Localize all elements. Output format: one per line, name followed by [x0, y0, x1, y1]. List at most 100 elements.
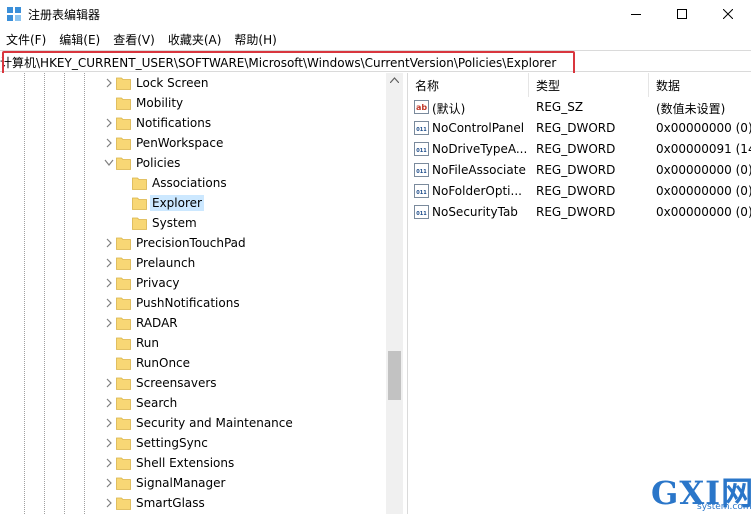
title-bar: 注册表编辑器 — [0, 0, 751, 28]
address-path[interactable]: 计算机\HKEY_CURRENT_USER\SOFTWARE\Microsoft… — [0, 54, 751, 71]
chevron-right-icon[interactable] — [104, 77, 114, 89]
tree-item-label[interactable]: Run — [134, 335, 161, 351]
chevron-right-icon[interactable] — [104, 457, 114, 469]
tree-item[interactable]: PushNotifications — [0, 293, 386, 313]
tree-item-label[interactable]: Security and Maintenance — [134, 415, 295, 431]
chevron-right-icon[interactable] — [104, 477, 114, 489]
maximize-icon — [677, 9, 687, 19]
site-watermark-logo: GXI网 system.com — [651, 470, 751, 514]
chevron-right-icon[interactable] — [104, 137, 114, 149]
chevron-right-icon[interactable] — [104, 277, 114, 289]
tree-item-label[interactable]: Privacy — [134, 275, 181, 291]
folder-icon — [116, 457, 131, 470]
column-header-name[interactable]: 名称 — [408, 73, 529, 97]
menu-view[interactable]: 查看(V) — [107, 28, 162, 49]
address-bar[interactable]: 计算机\HKEY_CURRENT_USER\SOFTWARE\Microsoft… — [0, 50, 751, 72]
tree-item[interactable]: Explorer — [0, 193, 386, 213]
chevron-right-icon[interactable] — [104, 377, 114, 389]
tree-item[interactable]: Notifications — [0, 113, 386, 133]
tree-item[interactable]: SignalManager — [0, 473, 386, 493]
tree-item[interactable]: RunOnce — [0, 353, 386, 373]
menu-help[interactable]: 帮助(H) — [228, 28, 283, 49]
value-data: 0x00000091 (145 — [656, 142, 751, 156]
chevron-right-icon[interactable] — [104, 257, 114, 269]
svg-text:011: 011 — [416, 169, 427, 175]
chevron-right-icon[interactable] — [104, 317, 114, 329]
tree-item-label[interactable]: Prelaunch — [134, 255, 197, 271]
value-type: REG_DWORD — [536, 163, 616, 177]
column-header-data[interactable]: 数据 — [649, 73, 751, 97]
tree-item[interactable]: PenWorkspace — [0, 133, 386, 153]
tree-item-label[interactable]: PrecisionTouchPad — [134, 235, 248, 251]
tree-item[interactable]: PrecisionTouchPad — [0, 233, 386, 253]
tree-item[interactable]: SettingSync — [0, 433, 386, 453]
tree-item[interactable]: Screensavers — [0, 373, 386, 393]
value-row[interactable]: 011 NoFolderOpti... REG_DWORD 0x00000000 (0… — [408, 181, 751, 202]
maximize-button[interactable] — [659, 0, 705, 28]
watermark-sub-text: system.com — [697, 502, 751, 512]
folder-icon — [132, 217, 147, 230]
tree-item-label[interactable]: Search — [134, 395, 179, 411]
svg-text:ab: ab — [416, 103, 427, 112]
value-row[interactable]: ab (默认) REG_SZ (数值未设置) — [408, 97, 751, 118]
string-value-icon: ab — [414, 100, 429, 114]
chevron-right-icon[interactable] — [104, 297, 114, 309]
tree-item[interactable]: Privacy — [0, 273, 386, 293]
chevron-right-icon[interactable] — [104, 497, 114, 509]
tree-item[interactable]: Prelaunch — [0, 253, 386, 273]
tree-item-label[interactable]: Explorer — [150, 195, 204, 211]
tree-item[interactable]: Search — [0, 393, 386, 413]
tree-item-label[interactable]: PushNotifications — [134, 295, 242, 311]
tree-item[interactable]: System — [0, 213, 386, 233]
tree-item[interactable]: Shell Extensions — [0, 453, 386, 473]
column-header-type[interactable]: 类型 — [529, 73, 649, 97]
tree-item-label[interactable]: RADAR — [134, 315, 180, 331]
tree-item-label[interactable]: Lock Screen — [134, 75, 210, 91]
chevron-right-icon[interactable] — [104, 237, 114, 249]
tree-item-label[interactable]: Policies — [134, 155, 182, 171]
value-row[interactable]: 011 NoDriveTypeA... REG_DWORD 0x00000091 (1… — [408, 139, 751, 160]
value-row[interactable]: 011 NoSecurityTab REG_DWORD 0x00000000 (0) — [408, 202, 751, 223]
tree-item-label[interactable]: SettingSync — [134, 435, 210, 451]
close-button[interactable] — [705, 0, 751, 28]
tree-item-label[interactable]: Screensavers — [134, 375, 219, 391]
tree-item[interactable]: RADAR — [0, 313, 386, 333]
chevron-right-icon[interactable] — [104, 417, 114, 429]
folder-icon — [116, 277, 131, 290]
value-data: (数值未设置) — [656, 102, 726, 116]
tree-item-label[interactable]: PenWorkspace — [134, 135, 225, 151]
chevron-right-icon[interactable] — [104, 437, 114, 449]
menu-edit[interactable]: 编辑(E) — [53, 28, 107, 49]
tree-item-label[interactable]: Mobility — [134, 95, 185, 111]
tree-item[interactable]: Lock Screen — [0, 73, 386, 93]
tree-item[interactable]: Run — [0, 333, 386, 353]
folder-icon — [132, 197, 147, 210]
tree-item-label[interactable]: Shell Extensions — [134, 455, 236, 471]
tree-item[interactable]: Policies — [0, 153, 386, 173]
tree-item-label[interactable]: SmartGlass — [134, 495, 207, 511]
tree-item-label[interactable]: RunOnce — [134, 355, 192, 371]
chevron-right-icon[interactable] — [104, 117, 114, 129]
value-row[interactable]: 011 NoFileAssociate REG_DWORD 0x00000000 (0… — [408, 160, 751, 181]
chevron-right-icon[interactable] — [104, 397, 114, 409]
minimize-button[interactable] — [613, 0, 659, 28]
scroll-thumb[interactable] — [388, 351, 401, 400]
value-data: 0x00000000 (0) — [656, 184, 751, 198]
scroll-up-arrow-icon[interactable] — [390, 77, 399, 83]
value-row[interactable]: 011 NoControlPanel REG_DWORD 0x00000000 (0) — [408, 118, 751, 139]
tree-item[interactable]: SmartGlass — [0, 493, 386, 513]
tree-item-label[interactable]: Associations — [150, 175, 229, 191]
tree-item-label[interactable]: SignalManager — [134, 475, 227, 491]
tree-item[interactable]: Mobility — [0, 93, 386, 113]
tree-scrollbar[interactable] — [386, 73, 403, 514]
tree-item-label[interactable]: System — [150, 215, 199, 231]
folder-icon — [116, 437, 131, 450]
chevron-down-icon[interactable] — [104, 157, 114, 169]
tree-item[interactable]: Security and Maintenance — [0, 413, 386, 433]
tree-item[interactable]: Associations — [0, 173, 386, 193]
tree-item-label[interactable]: Notifications — [134, 115, 213, 131]
menu-file[interactable]: 文件(F) — [0, 28, 53, 49]
menu-favorites[interactable]: 收藏夹(A) — [162, 28, 229, 49]
folder-icon — [116, 117, 131, 130]
menu-bar: 文件(F) 编辑(E) 查看(V) 收藏夹(A) 帮助(H) — [0, 28, 751, 49]
